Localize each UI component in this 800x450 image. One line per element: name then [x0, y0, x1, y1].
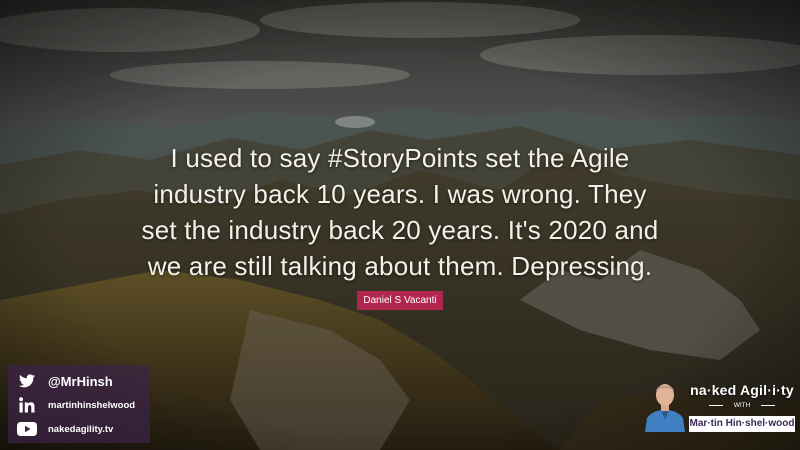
social-panel: @MrHinsh martinhinshelwood nakedagility.… [8, 365, 150, 443]
twitter-icon [16, 371, 38, 391]
quote-line: I used to say #StoryPoints set the Agile [170, 143, 630, 173]
presenter-photo [645, 384, 685, 432]
twitter-handle: @MrHinsh [48, 373, 113, 389]
youtube-link[interactable]: nakedagility.tv [16, 419, 113, 439]
author-badge: Daniel S Vacanti [357, 291, 443, 310]
linkedin-icon [16, 395, 38, 415]
twitter-link[interactable]: @MrHinsh [16, 371, 113, 391]
linkedin-link[interactable]: martinhinshelwood [16, 395, 135, 415]
youtube-icon [16, 419, 38, 439]
linkedin-handle: martinhinshelwood [48, 399, 136, 411]
quote-line: we are still talking about them. Depress… [147, 251, 653, 281]
youtube-handle: nakedagility.tv [48, 423, 114, 435]
divider [761, 405, 775, 406]
brand-name: Mar·tin Hin·shel·wood [689, 416, 795, 432]
quote-text: I used to say #StoryPoints set the Agile… [60, 140, 740, 284]
quote-line: set the industry back 20 years. It's 202… [141, 215, 659, 245]
brand-title: na·ked Agil·i·ty [690, 382, 794, 398]
quote-card: I used to say #StoryPoints set the Agile… [0, 0, 800, 450]
quote-line: industry back 10 years. I was wrong. The… [153, 179, 647, 209]
brand-logo: na·ked Agil·i·ty WITH Mar·tin Hin·shel·w… [643, 376, 795, 434]
